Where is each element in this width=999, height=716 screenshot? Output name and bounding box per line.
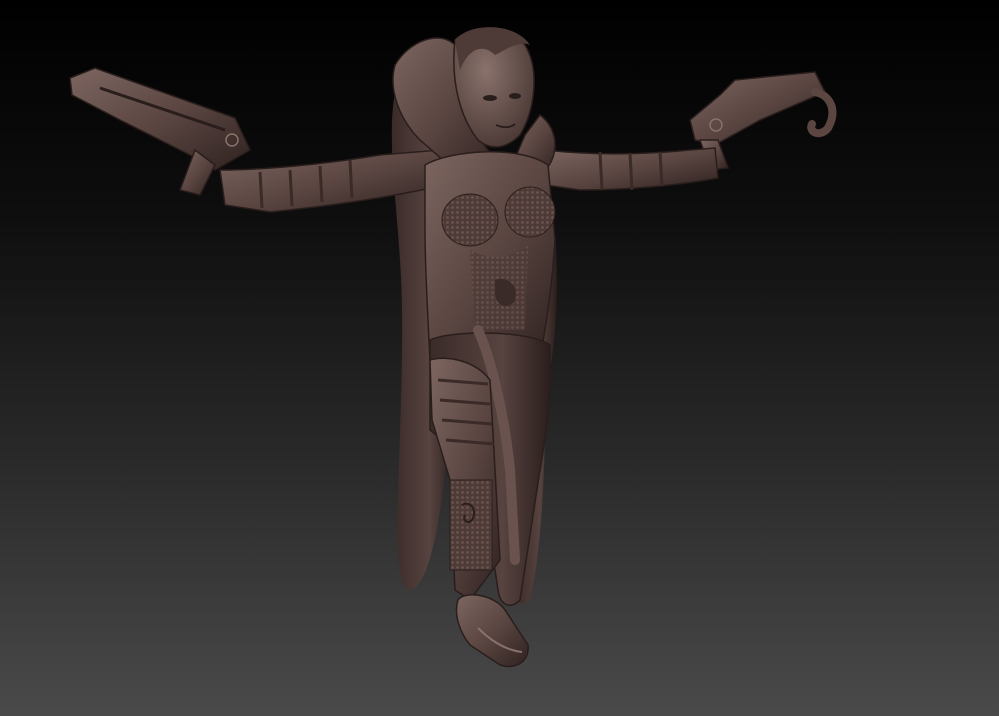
torso — [424, 151, 556, 361]
sculpt-render — [69, 27, 837, 668]
boot — [455, 594, 529, 668]
render-viewport[interactable] — [0, 0, 999, 716]
right-arm — [544, 147, 719, 191]
